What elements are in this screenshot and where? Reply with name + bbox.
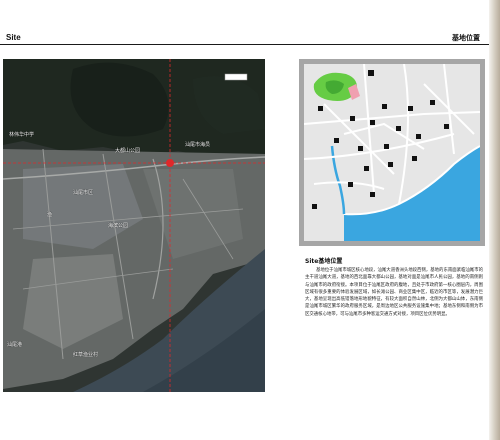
map-label: 海滨公园 <box>108 223 129 229</box>
side-bar <box>489 0 500 440</box>
map-label: 林伟华中学 <box>9 132 35 138</box>
map-label: 渔 <box>47 212 53 218</box>
header-rule <box>0 44 500 45</box>
map-label: 汕尾港 <box>7 342 23 348</box>
location-map <box>304 64 480 241</box>
map-label: 汕尾市海员 <box>185 142 211 148</box>
aerial-satellite-map: 林伟华中学 大都山公园 汕尾市海员 汕尾市区 渔 海滨公园 汕尾港 红草渔业村 <box>3 59 265 392</box>
section-title: Site基地位置 <box>305 258 343 265</box>
aerial-map-graphic <box>3 59 265 392</box>
map-label: 大都山公园 <box>115 148 141 154</box>
location-map-frame <box>299 59 485 246</box>
header-location-label: 基地位置 <box>452 33 480 42</box>
header-site-label: Site <box>6 33 21 42</box>
location-map-graphic <box>304 64 480 241</box>
section-body: 基地位于汕尾市城区核心地段，汕尾大道香洲头地段西侧，基地的东南面紧临汕尾市的主干… <box>305 268 483 317</box>
map-label: 汕尾市区 <box>73 190 94 196</box>
map-label: 红草渔业村 <box>73 352 99 358</box>
